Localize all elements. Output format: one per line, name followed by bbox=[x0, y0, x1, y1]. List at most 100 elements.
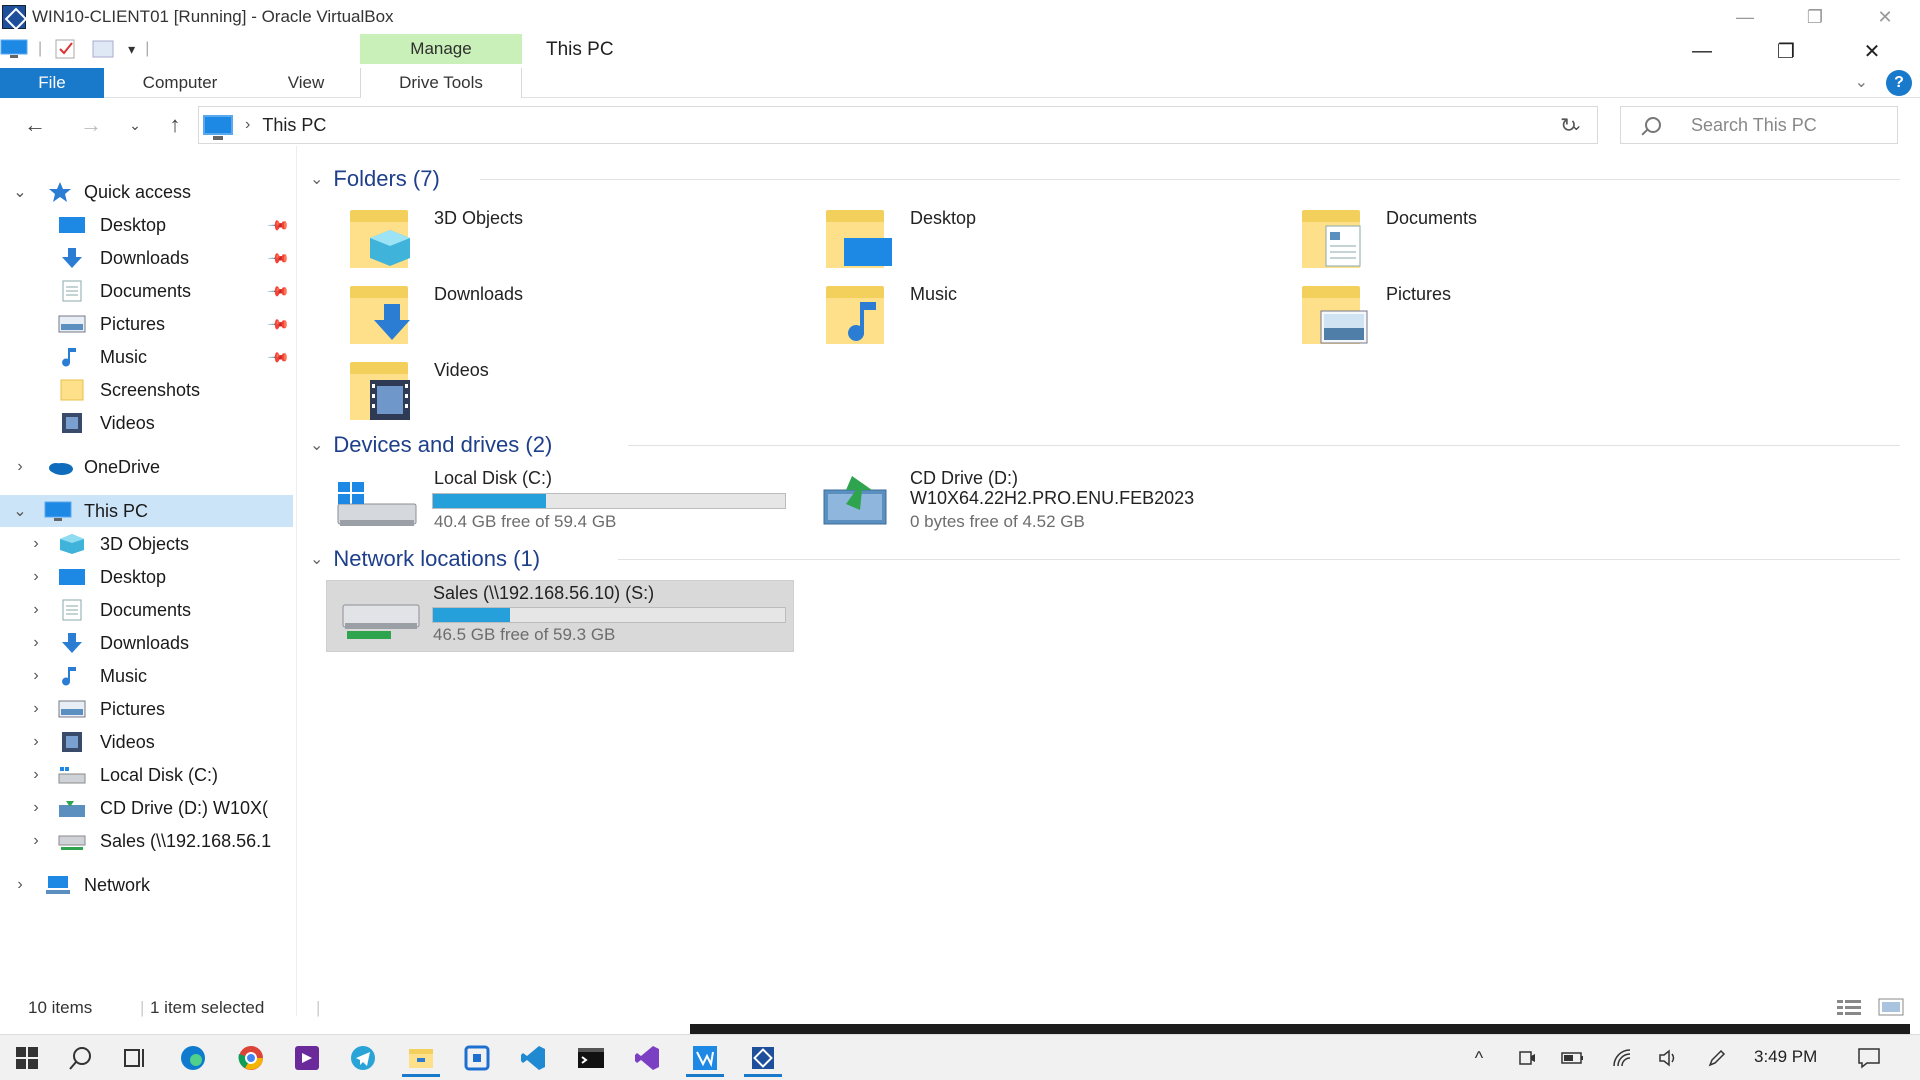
pen-icon[interactable] bbox=[1704, 1045, 1730, 1071]
meet-now-icon[interactable] bbox=[1514, 1045, 1540, 1071]
sidebar-item-screenshots[interactable]: Screenshots bbox=[0, 374, 293, 406]
folder-tile-3d-objects[interactable]: 3D Objects bbox=[300, 204, 760, 274]
taskbar-virtualbox[interactable] bbox=[740, 1039, 786, 1077]
expand-chevron-icon[interactable]: › bbox=[12, 458, 28, 476]
expand-chevron-icon[interactable]: › bbox=[28, 535, 44, 553]
breadcrumb[interactable]: This PC bbox=[262, 115, 326, 136]
notifications-icon[interactable] bbox=[1856, 1045, 1882, 1071]
sidebar-item-documents[interactable]: › Documents bbox=[0, 594, 293, 626]
search-input[interactable]: Search This PC bbox=[1620, 106, 1898, 144]
wifi-icon[interactable] bbox=[1610, 1045, 1636, 1071]
taskbar-clock[interactable]: 3:49 PM bbox=[1754, 1047, 1817, 1067]
expand-chevron-icon[interactable]: › bbox=[28, 700, 44, 718]
sidebar-item-desktop[interactable]: › Desktop bbox=[0, 561, 293, 593]
folder-tile-documents[interactable]: Documents bbox=[1252, 204, 1712, 274]
taskbar-vscode[interactable] bbox=[510, 1039, 556, 1077]
sidebar-item-cd-drive[interactable]: › CD Drive (D:) W10X( bbox=[0, 792, 293, 824]
maximize-button[interactable]: ❐ bbox=[1746, 34, 1826, 68]
expand-chevron-icon[interactable]: › bbox=[28, 832, 44, 850]
tab-drive-tools[interactable]: Drive Tools bbox=[360, 68, 522, 98]
sidebar-item-videos[interactable]: Videos bbox=[0, 407, 293, 439]
tab-view[interactable]: View bbox=[266, 68, 346, 98]
new-folder-icon[interactable] bbox=[90, 38, 118, 60]
volume-icon[interactable] bbox=[1656, 1045, 1682, 1071]
help-icon[interactable]: ? bbox=[1886, 70, 1912, 96]
vbox-minimize-button[interactable]: — bbox=[1710, 0, 1780, 34]
collapse-chevron-icon[interactable]: ⌄ bbox=[310, 435, 323, 455]
manage-context-tab[interactable]: Manage bbox=[360, 34, 522, 64]
folder-tile-music[interactable]: Music bbox=[776, 280, 1236, 350]
sidebar-item-pictures[interactable]: Pictures 📌 bbox=[0, 308, 293, 340]
taskbar-virtualbox-vm[interactable] bbox=[682, 1039, 728, 1077]
group-header-folders[interactable]: ⌄ Folders (7) bbox=[310, 164, 440, 194]
expand-chevron-icon[interactable]: › bbox=[28, 568, 44, 586]
up-button[interactable]: ↑ bbox=[160, 110, 190, 140]
details-view-icon[interactable] bbox=[1836, 998, 1862, 1016]
task-view-button[interactable] bbox=[112, 1039, 158, 1077]
expand-chevron-icon[interactable]: › bbox=[28, 601, 44, 619]
folder-tile-downloads[interactable]: Downloads bbox=[300, 280, 760, 350]
sidebar-item-onedrive[interactable]: › OneDrive bbox=[0, 451, 293, 483]
search-button[interactable] bbox=[58, 1039, 104, 1077]
expand-chevron-icon[interactable]: › bbox=[28, 766, 44, 784]
group-header-network[interactable]: ⌄ Network locations (1) bbox=[310, 544, 540, 574]
drive-tile-cd-drive[interactable]: CD Drive (D:) W10X64.22H2.PRO.ENU.FEB202… bbox=[776, 466, 1336, 538]
pin-icon[interactable]: 📌 bbox=[267, 279, 291, 303]
collapse-chevron-icon[interactable]: ⌄ bbox=[310, 549, 323, 569]
drive-tile-sales[interactable]: Sales (\\192.168.56.10) (S:) 46.5 GB fre… bbox=[326, 580, 794, 652]
sidebar-item-network[interactable]: › Network bbox=[0, 869, 293, 901]
collapse-chevron-icon[interactable]: ⌄ bbox=[310, 169, 323, 189]
tab-computer[interactable]: Computer bbox=[120, 68, 240, 98]
start-button[interactable] bbox=[4, 1039, 50, 1077]
back-button[interactable]: ← bbox=[20, 110, 50, 140]
folder-tile-pictures[interactable]: Pictures bbox=[1252, 280, 1712, 350]
sidebar-item-3d-objects[interactable]: › 3D Objects bbox=[0, 528, 293, 560]
sidebar-item-videos[interactable]: › Videos bbox=[0, 726, 293, 758]
sidebar-item-music[interactable]: Music 📌 bbox=[0, 341, 293, 373]
properties-icon[interactable] bbox=[52, 38, 80, 60]
pane-divider[interactable] bbox=[296, 146, 297, 1016]
recent-locations-icon[interactable]: ⌄ bbox=[120, 110, 150, 140]
sidebar-item-pictures[interactable]: › Pictures bbox=[0, 693, 293, 725]
expand-chevron-icon[interactable]: › bbox=[12, 876, 28, 894]
sidebar-item-documents[interactable]: Documents 📌 bbox=[0, 275, 293, 307]
taskbar-app-blue[interactable] bbox=[454, 1039, 500, 1077]
tab-file[interactable]: File bbox=[0, 68, 104, 98]
expand-chevron-icon[interactable]: › bbox=[28, 634, 44, 652]
show-hidden-icons-icon[interactable]: ^ bbox=[1466, 1045, 1492, 1071]
collapse-chevron-icon[interactable]: ⌄ bbox=[12, 501, 28, 521]
sidebar-item-desktop[interactable]: Desktop 📌 bbox=[0, 209, 293, 241]
forward-button[interactable]: → bbox=[76, 110, 106, 140]
taskbar-chrome[interactable] bbox=[228, 1039, 274, 1077]
breadcrumb-chevron-icon[interactable]: › bbox=[245, 116, 250, 134]
sidebar-item-music[interactable]: › Music bbox=[0, 660, 293, 692]
taskbar-terminal[interactable] bbox=[568, 1039, 614, 1077]
taskbar-edge[interactable] bbox=[170, 1039, 216, 1077]
expand-chevron-icon[interactable]: › bbox=[28, 799, 44, 817]
address-bar[interactable]: › This PC ⌄ bbox=[198, 106, 1598, 144]
sidebar-item-local-disk[interactable]: › Local Disk (C:) bbox=[0, 759, 293, 791]
taskbar-visual-studio-2[interactable] bbox=[624, 1039, 670, 1077]
pin-icon[interactable]: 📌 bbox=[267, 312, 291, 336]
vbox-close-button[interactable]: ✕ bbox=[1850, 0, 1920, 34]
battery-icon[interactable] bbox=[1560, 1045, 1586, 1071]
sidebar-item-this-pc[interactable]: ⌄ This PC bbox=[0, 495, 293, 527]
expand-chevron-icon[interactable]: › bbox=[28, 733, 44, 751]
pin-icon[interactable]: 📌 bbox=[267, 345, 291, 369]
folder-tile-desktop[interactable]: Desktop bbox=[776, 204, 1236, 274]
customize-toolbar-icon[interactable]: ▾ bbox=[128, 41, 135, 58]
minimize-button[interactable]: — bbox=[1662, 34, 1742, 68]
taskbar-file-explorer[interactable] bbox=[398, 1039, 444, 1077]
drive-tile-local-disk[interactable]: Local Disk (C:) 40.4 GB free of 59.4 GB bbox=[300, 466, 800, 538]
sidebar-item-quick-access[interactable]: ⌄ Quick access bbox=[0, 176, 293, 208]
large-icons-view-icon[interactable] bbox=[1878, 998, 1904, 1016]
sidebar-item-downloads[interactable]: Downloads 📌 bbox=[0, 242, 293, 274]
close-button[interactable]: ✕ bbox=[1832, 34, 1912, 68]
pin-icon[interactable]: 📌 bbox=[267, 246, 291, 270]
expand-chevron-icon[interactable]: › bbox=[28, 667, 44, 685]
vm-scroll-thumb[interactable] bbox=[690, 1024, 1910, 1034]
folder-tile-videos[interactable]: Videos bbox=[300, 356, 760, 426]
refresh-button[interactable]: ↻ bbox=[1540, 106, 1598, 144]
pin-icon[interactable]: 📌 bbox=[267, 213, 291, 237]
collapse-chevron-icon[interactable]: ⌄ bbox=[12, 182, 28, 202]
